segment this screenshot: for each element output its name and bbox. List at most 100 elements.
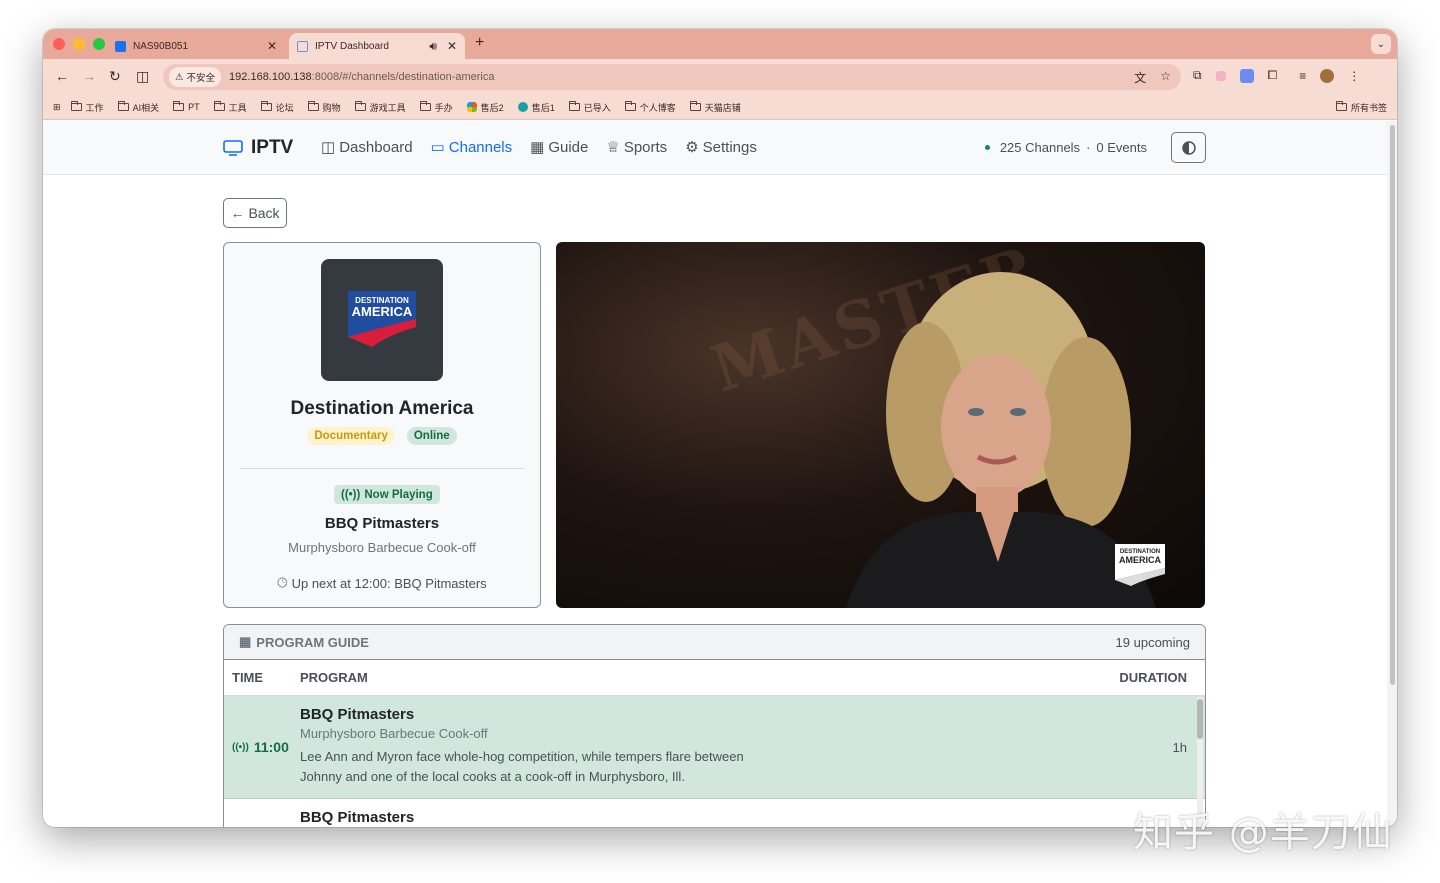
extensions-bar: ⧉ ⧠ ≡ ⋮ [1193,68,1360,83]
all-bookmarks-item[interactable]: 所有书签 [1335,101,1387,114]
bookmark-item[interactable]: 已导入 [568,101,611,114]
bookmark-item[interactable]: 售后2 [466,101,504,114]
row-time [224,799,300,827]
bookmark-item[interactable]: 工具 [213,101,247,114]
program-subtitle: Murphysboro Barbecue Cook-off [300,726,488,741]
calendar-icon: ▦ [239,634,252,649]
program-title: BBQ Pitmasters [300,809,415,826]
source-watermark: 知乎 @羊刀仙 [1133,810,1393,856]
online-dot-icon [984,145,990,150]
table-row[interactable]: BBQ Pitmasters [224,799,1205,827]
nav-dashboard[interactable]: ◫ Dashboard [321,138,413,157]
calendar-icon: ▦ [530,139,545,156]
zoom-window-button[interactable] [93,38,105,50]
reading-mode-icon[interactable]: ◫ [136,68,149,85]
bookmark-label: 已导入 [583,102,611,113]
close-tab-icon[interactable]: ✕ [267,39,277,53]
page-scroll-thumb[interactable] [1390,125,1395,685]
back-arrow-icon[interactable]: ← [55,68,69,84]
nav-label: Guide [548,138,589,156]
theme-toggle-button[interactable] [1171,132,1206,163]
nav-sports[interactable]: ♕ Sports [606,138,667,157]
bookmark-label: PT [188,102,200,112]
omnibox-actions: 文 ☆ [1134,69,1171,86]
media-control-icon[interactable]: ≡ [1299,69,1306,83]
bookmark-label: 游戏工具 [369,102,406,113]
nav-label: Channels [448,138,513,156]
tab-search-button[interactable]: ⌄ [1371,34,1391,54]
minimize-window-button[interactable] [73,38,85,50]
guide-title: ▦ PROGRAM GUIDE [239,634,369,650]
nav-channels[interactable]: ▭ Channels [430,138,513,157]
url-host: 192.168.100.138 [229,71,312,83]
tv-icon: ▭ [430,139,445,156]
bookmark-item[interactable]: AI相关 [117,101,160,114]
bookmark-label: 售后1 [531,102,555,113]
channel-info-card: DESTINATION AMERICA Destination America … [223,242,541,608]
channel-watermark-logo: DESTINATION AMERICA [1115,544,1165,586]
program-description: Lee Ann and Myron face whole-hog competi… [300,749,744,784]
bookmark-item[interactable]: 售后1 [517,101,555,114]
back-button[interactable]: ← Back [223,198,287,228]
bookmark-label: 工作 [85,102,104,113]
tab-iptv[interactable]: IPTV Dashboard 🔊︎ ✕ [289,33,465,59]
nav-settings[interactable]: ⚙ Settings [685,138,757,157]
screenshot-extension-icon[interactable]: ⧉ [1193,68,1202,83]
address-bar[interactable]: ⚠ 不安全 192.168.100.138:8008/#/channels/de… [163,64,1181,90]
tab-title: NAS90B051 [133,40,189,52]
tv-favicon-icon [297,40,308,52]
close-tab-icon[interactable]: ✕ [447,39,457,53]
tab-nas[interactable]: NAS90B051 ✕ [107,33,285,59]
tab-strip: NAS90B051 ✕ IPTV Dashboard 🔊︎ ✕ + ⌄ [43,29,1397,59]
status-separator: · [1086,140,1091,155]
bookmark-label: 工具 [228,102,247,113]
bookmark-star-icon[interactable]: ☆ [1160,69,1171,86]
speaker-icon[interactable]: 🔊︎ [429,39,437,54]
program-title: BBQ Pitmasters [300,706,415,723]
bookmark-item[interactable]: 游戏工具 [354,101,406,114]
bookmark-label: 购物 [322,102,341,113]
contrast-icon [1181,140,1196,155]
guide-scroll-thumb[interactable] [1197,699,1203,739]
bookmark-item[interactable]: 个人博客 [624,101,676,114]
bookmark-item[interactable]: 购物 [307,101,341,114]
bookmark-item[interactable]: 工作 [70,101,104,114]
browser-window: NAS90B051 ✕ IPTV Dashboard 🔊︎ ✕ + ⌄ ← → … [43,29,1397,827]
reload-icon[interactable]: ↻ [109,68,121,85]
close-window-button[interactable] [53,38,65,50]
status-badge: Online [406,427,457,445]
new-tab-button[interactable]: + [475,34,484,52]
bookmark-item[interactable]: 天猫店铺 [689,101,741,114]
bookmark-item[interactable]: 论坛 [260,101,294,114]
bookmark-label: AI相关 [132,102,160,113]
teal-site-icon [517,102,528,112]
security-indicator[interactable]: ⚠ 不安全 [169,67,222,87]
guide-title-text: PROGRAM GUIDE [256,634,369,650]
table-row[interactable]: ((•)) 11:00 BBQ Pitmasters Murphysboro B… [224,696,1205,799]
bookmark-item[interactable]: PT [173,101,200,112]
broadcast-icon: ((•)) [232,741,249,753]
trophy-icon: ♕ [606,139,620,156]
apps-grid-icon[interactable]: ⊞ [53,102,61,113]
row-time: ((•)) 11:00 [224,696,300,798]
nas-favicon-icon [115,40,126,52]
logo-line2: AMERICA [352,304,413,319]
forward-arrow-icon[interactable]: → [82,68,96,84]
blue-extension-icon[interactable] [1239,68,1254,83]
kebab-menu-icon[interactable]: ⋮ [1348,69,1360,83]
security-label: 不安全 [186,73,216,84]
browser-toolbar: ← → ↻ ◫ ⚠ 不安全 192.168.100.138:8008/#/cha… [43,59,1397,95]
channel-badges: Documentary Online [224,427,540,445]
brand[interactable]: IPTV [223,137,293,159]
bookmark-label: 手办 [434,102,453,113]
nav-guide[interactable]: ▦ Guide [530,138,589,157]
tab-title: IPTV Dashboard [315,40,389,52]
profile-avatar-icon[interactable] [1320,68,1335,83]
folder-icon [307,101,319,111]
translate-icon[interactable]: 文 [1134,69,1146,86]
bookmark-item[interactable]: 手办 [419,101,453,114]
puzzle-extensions-icon[interactable]: ⧠ [1268,68,1278,83]
page-scrollbar[interactable] [1387,121,1397,827]
video-player[interactable]: MASTER DESTINATION AMERICA [556,242,1205,608]
pink-extension-icon[interactable] [1215,70,1226,81]
